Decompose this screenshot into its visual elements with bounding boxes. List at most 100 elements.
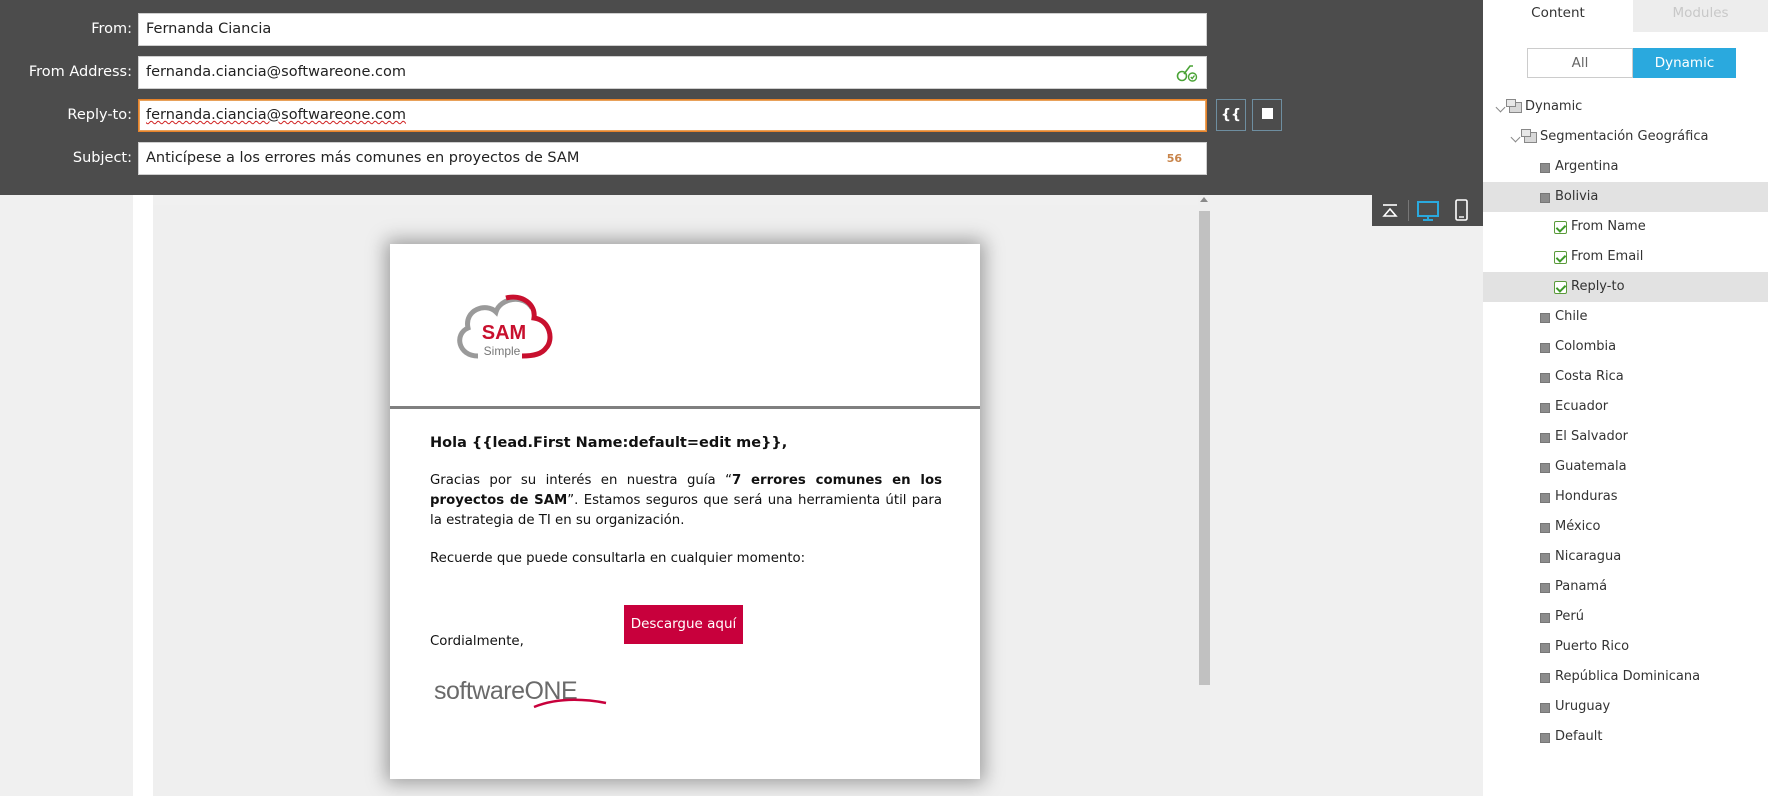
tree-node-country[interactable]: República Dominicana [1483, 662, 1768, 692]
tree-node-default[interactable]: Default [1483, 722, 1768, 752]
from-address-field[interactable]: fernanda.ciancia@softwareone.com [138, 56, 1207, 89]
chevron-down-icon[interactable] [1495, 102, 1506, 113]
edited-check-icon [1554, 281, 1567, 294]
tree-node-label: From Name [1571, 219, 1646, 234]
tree-node-country[interactable]: Puerto Rico [1483, 632, 1768, 662]
edited-check-icon [1554, 251, 1567, 264]
email-divider [390, 406, 980, 409]
email-paragraph-2: Recuerde que puede consultarla en cualqu… [430, 551, 806, 566]
tree-node-label: Segmentación Geográfica [1540, 129, 1709, 144]
tree-node-label: República Dominicana [1555, 669, 1701, 684]
tree-node-country[interactable]: Guatemala [1483, 452, 1768, 482]
segment-icon [1540, 553, 1550, 563]
tree-node-label: Costa Rica [1555, 369, 1624, 384]
folder-icon [1521, 129, 1537, 143]
segment-icon [1540, 613, 1550, 623]
download-cta-button[interactable]: Descargue aquí [624, 605, 743, 644]
tree-node-label: Chile [1555, 309, 1588, 324]
scroll-thumb[interactable] [1199, 211, 1210, 685]
tree-node-country-selected[interactable]: Bolivia [1483, 182, 1768, 212]
tree-node-label: Bolivia [1555, 189, 1599, 204]
tree-node-country[interactable]: Ecuador [1483, 392, 1768, 422]
segment-icon [1540, 583, 1550, 593]
para1-prefix: Gracias por su interés en nuestra guía “ [430, 473, 732, 488]
segment-icon [1540, 733, 1550, 743]
tree-node-country[interactable]: Panamá [1483, 572, 1768, 602]
reply-to-row: Reply-to: fernanda.ciancia@softwareone.c… [0, 99, 1483, 132]
tree-node-label: Colombia [1555, 339, 1617, 354]
stop-icon [1261, 108, 1273, 119]
tree-node-country[interactable]: Costa Rica [1483, 362, 1768, 392]
toolbar-divider [1408, 200, 1409, 221]
sam-simple-logo: SAM Simple [457, 294, 553, 359]
segment-icon [1540, 433, 1550, 443]
tree-node-country[interactable]: Argentina [1483, 152, 1768, 182]
segment-icon [1540, 463, 1550, 473]
tree-node-country[interactable]: Nicaragua [1483, 542, 1768, 572]
desktop-view-icon[interactable] [1413, 195, 1443, 226]
stop-button[interactable] [1252, 99, 1282, 131]
tree-node-country[interactable]: Uruguay [1483, 692, 1768, 722]
from-name-field[interactable]: Fernanda Ciancia [138, 13, 1207, 46]
subject-label: Subject: [72, 150, 132, 166]
reply-to-label: Reply-to: [67, 107, 132, 123]
from-address-label: From Address: [28, 64, 132, 80]
tree-node-country[interactable]: El Salvador [1483, 422, 1768, 452]
insert-token-button[interactable]: {{ [1216, 99, 1246, 131]
from-address-row: From Address: fernanda.ciancia@softwareo… [0, 56, 1483, 89]
tree-node-label: Guatemala [1555, 459, 1627, 474]
tree-node-label: México [1555, 519, 1601, 534]
tree-node-segmentation[interactable]: Segmentación Geográfica [1483, 122, 1768, 152]
tab-content[interactable]: Content [1483, 0, 1633, 32]
tree-node-field[interactable]: From Name [1483, 212, 1768, 242]
segment-icon [1540, 523, 1550, 533]
tree-node-country[interactable]: México [1483, 512, 1768, 542]
mobile-view-icon[interactable] [1446, 195, 1476, 226]
email-signoff: Cordialmente, [430, 634, 524, 649]
edited-check-icon [1554, 221, 1567, 234]
subject-char-count: 56 [1166, 152, 1182, 165]
preview-right-margin [1210, 195, 1483, 796]
tree-node-label: Puerto Rico [1555, 639, 1630, 654]
view-toolbar [1372, 195, 1483, 226]
tree-node-country[interactable]: Perú [1483, 602, 1768, 632]
tree-node-label: Dynamic [1525, 99, 1583, 114]
tree-node-label: Perú [1555, 609, 1584, 624]
tree-node-label: Reply-to [1571, 279, 1625, 294]
verified-sender-icon[interactable] [1176, 63, 1198, 83]
dynamic-content-tree: Dynamic Segmentación Geográfica Argentin… [1483, 92, 1768, 752]
collapse-header-icon[interactable] [1375, 195, 1405, 226]
subject-row: Subject: Anticípese a los errores más co… [0, 142, 1483, 175]
logo-sam-text: SAM [482, 322, 526, 344]
segment-icon [1540, 313, 1550, 323]
subject-field[interactable]: Anticípese a los errores más comunes en … [138, 142, 1207, 175]
tab-modules[interactable]: Modules [1633, 0, 1768, 32]
email-preview: SAM Simple Hola {{lead.First Name:defaul… [390, 244, 980, 779]
scroll-up-icon[interactable] [1200, 197, 1208, 202]
tree-node-dynamic[interactable]: Dynamic [1483, 92, 1768, 122]
email-paragraph-1: Gracias por su interés en nuestra guía “… [430, 471, 942, 531]
segment-icon [1540, 163, 1550, 173]
logo-simple-text: Simple [484, 344, 521, 358]
tree-node-label: Uruguay [1555, 699, 1611, 714]
segment-icon [1540, 403, 1550, 413]
filter-dynamic-button[interactable]: Dynamic [1633, 48, 1736, 78]
tree-node-country[interactable]: Colombia [1483, 332, 1768, 362]
from-row: From: Fernanda Ciancia [0, 13, 1483, 46]
email-body: Hola {{lead.First Name:default=edit me}}… [430, 433, 942, 569]
tree-node-field-selected[interactable]: Reply-to [1483, 272, 1768, 302]
preview-left-margin [0, 195, 133, 796]
from-label: From: [91, 21, 132, 37]
tree-node-country[interactable]: Honduras [1483, 482, 1768, 512]
tree-node-country[interactable]: Chile [1483, 302, 1768, 332]
tree-node-label: From Email [1571, 249, 1644, 264]
filter-all-button[interactable]: All [1527, 48, 1633, 78]
email-settings-header: From: Fernanda Ciancia From Address: fer… [0, 0, 1483, 195]
chevron-down-icon[interactable] [1510, 132, 1521, 143]
tree-node-label: Default [1555, 729, 1603, 744]
segment-icon [1540, 643, 1550, 653]
reply-to-field[interactable]: fernanda.ciancia@softwareone.com [138, 99, 1207, 132]
segment-icon [1540, 673, 1550, 683]
tree-node-field[interactable]: From Email [1483, 242, 1768, 272]
tree-node-label: Ecuador [1555, 399, 1609, 414]
